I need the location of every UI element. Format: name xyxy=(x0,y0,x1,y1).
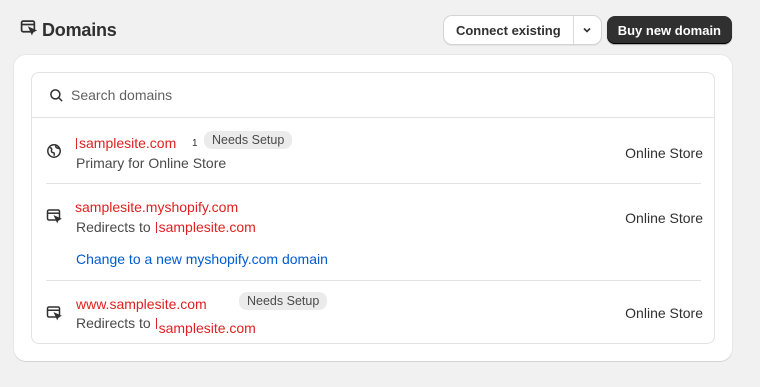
sales-channel: Online Store xyxy=(625,305,703,321)
title-wrap: Domains xyxy=(20,19,117,41)
buy-new-domain-button[interactable]: Buy new domain xyxy=(606,16,732,44)
search-icon xyxy=(50,88,63,102)
page-title: Domains xyxy=(42,19,117,40)
connect-button-group: Connect existing xyxy=(443,16,601,44)
domain-row[interactable]: samplesite.myshopify.com Redirects to sa… xyxy=(32,184,714,280)
domains-icon xyxy=(20,19,38,41)
domain-name[interactable]: samplesite.com xyxy=(76,135,176,151)
chevron-down-icon xyxy=(583,27,591,33)
domain-name[interactable]: samplesite.myshopify.com xyxy=(75,199,238,215)
sales-channel: Online Store xyxy=(625,210,703,226)
redirect-target: samplesite.com xyxy=(158,219,256,235)
search-input[interactable] xyxy=(71,87,471,103)
connect-more-button[interactable] xyxy=(574,16,601,44)
domain-name-text: samplesite.com xyxy=(79,135,177,151)
domains-card: samplesite.com 1 Needs Setup Primary for… xyxy=(14,55,732,361)
change-myshopify-domain-link[interactable]: Change to a new myshopify.com domain xyxy=(76,251,328,267)
status-badge: Needs Setup xyxy=(239,292,328,310)
domain-row[interactable]: samplesite.com 1 Needs Setup Primary for… xyxy=(32,119,714,183)
domain-row[interactable]: www.samplesite.com Needs Setup Redirects… xyxy=(32,281,714,343)
redirect-target: samplesite.com xyxy=(158,320,256,336)
status-badge: Needs Setup xyxy=(204,131,293,149)
domain-marker: 1 xyxy=(192,138,198,149)
search-bar xyxy=(32,73,714,118)
domain-subtitle: Redirects to samplesite.com xyxy=(76,219,256,235)
subtitle-prefix: Redirects to xyxy=(76,219,155,235)
redirect-icon xyxy=(46,305,64,323)
marker-tick xyxy=(155,318,157,329)
connect-existing-button[interactable]: Connect existing xyxy=(444,16,573,44)
globe-icon xyxy=(46,143,64,161)
domain-name[interactable]: www.samplesite.com xyxy=(76,296,207,312)
sales-channel: Online Store xyxy=(625,145,703,161)
header-actions: Connect existing Buy new domain xyxy=(443,16,732,44)
page-header: Domains Connect existing Buy new domain xyxy=(20,15,732,45)
marker-tick xyxy=(155,222,157,233)
subtitle-prefix: Redirects to xyxy=(76,315,155,331)
redirect-icon xyxy=(46,208,64,226)
domain-subtitle: Redirects to samplesite.com xyxy=(76,315,256,336)
domains-list: samplesite.com 1 Needs Setup Primary for… xyxy=(31,72,715,344)
domain-subtitle: Primary for Online Store xyxy=(76,155,227,171)
marker-tick xyxy=(76,138,77,149)
